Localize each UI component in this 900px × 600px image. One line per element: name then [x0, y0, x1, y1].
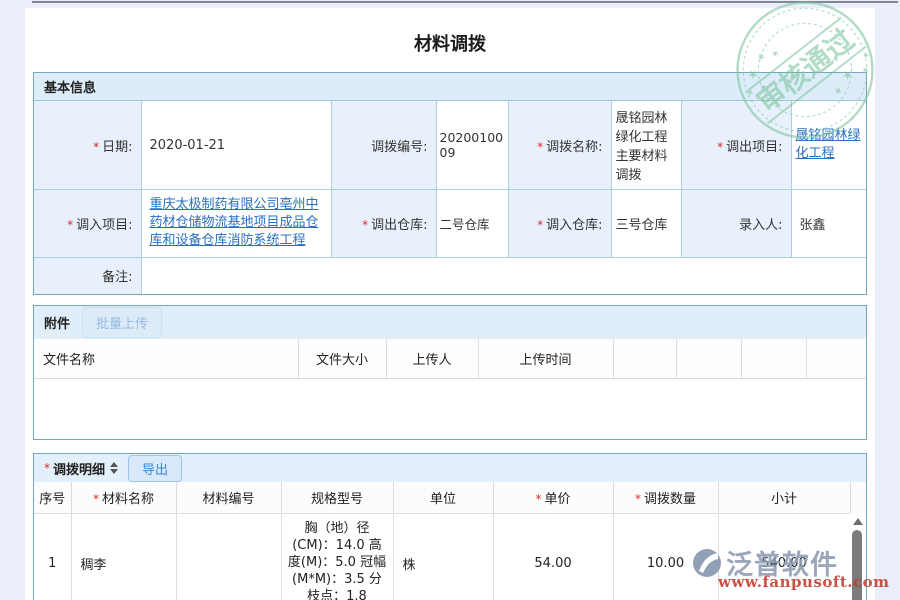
sort-toggle-icon[interactable]	[110, 462, 118, 474]
content-card: 材料调拨 基本信息 *日期: 2020-01-21 调拨编号: 20200100…	[25, 8, 875, 600]
required-mark: *	[93, 492, 99, 506]
recorder-label: 录入人:	[681, 190, 791, 258]
basic-info-section-title: 基本信息	[34, 73, 866, 101]
col-uploader: 上传人	[386, 339, 478, 379]
col-empty	[676, 339, 741, 379]
required-mark: *	[44, 461, 50, 475]
col-subtotal: 小计	[718, 482, 850, 514]
basic-info-section: 基本信息 *日期: 2020-01-21 调拨编号: 2020010009 *调…	[33, 72, 867, 295]
page-title: 材料调拨	[25, 8, 875, 50]
required-mark: *	[635, 492, 641, 506]
basic-info-row-1: *日期: 2020-01-21 调拨编号: 2020010009 *调拨名称: …	[34, 101, 866, 190]
col-unit: 单位	[393, 482, 493, 514]
cell-material-name: 稠李	[71, 514, 176, 600]
col-seq: 序号	[34, 482, 71, 514]
col-file-size: 文件大小	[298, 339, 386, 379]
transfer-details-section-title: 调拨明细	[53, 459, 105, 478]
cell-subtotal: 540.00	[718, 514, 850, 600]
page-top-divider	[32, 1, 898, 3]
cell-material-code	[176, 514, 281, 600]
in-project-value: 重庆太极制药有限公司亳州中药材仓储物流基地项目成品仓库和设备仓库消防系统工程	[141, 190, 331, 258]
col-unit-price: *单价	[493, 482, 613, 514]
attachments-table-header-row: 文件名称 文件大小 上传人 上传时间	[34, 339, 866, 379]
col-material-code: 材料编号	[176, 482, 281, 514]
date-label: *日期:	[34, 101, 141, 190]
scrollbar-thumb[interactable]	[852, 530, 862, 600]
in-project-link[interactable]: 重庆太极制药有限公司亳州中药材仓储物流基地项目成品仓库和设备仓库消防系统工程	[150, 197, 319, 248]
basic-info-row-2: *调入项目: 重庆太极制药有限公司亳州中药材仓储物流基地项目成品仓库和设备仓库消…	[34, 190, 866, 258]
attachments-table: 文件名称 文件大小 上传人 上传时间	[34, 339, 866, 379]
scrollbar-gutter	[850, 482, 866, 514]
out-project-value: 晟铭园林绿化工程	[791, 101, 866, 190]
transfer-no-label: 调拨编号:	[331, 101, 436, 190]
remark-label: 备注:	[34, 257, 141, 294]
scroll-up-icon[interactable]	[853, 518, 863, 525]
table-row: 1 稠李 胸（地）径(CM)：14.0 高度(M)：5.0 冠幅(M*M)：3.…	[34, 514, 866, 600]
date-value: 2020-01-21	[141, 101, 331, 190]
cell-transfer-qty: 10.00	[613, 514, 718, 600]
cell-spec-model: 胸（地）径(CM)：14.0 高度(M)：5.0 冠幅(M*M)：3.5 分枝点…	[281, 514, 393, 600]
col-file-name: 文件名称	[34, 339, 298, 379]
export-button[interactable]: 导出	[128, 455, 182, 482]
basic-info-row-3: 备注:	[34, 257, 866, 294]
in-project-label: *调入项目:	[34, 190, 141, 258]
cell-unit-price: 54.00	[493, 514, 613, 600]
recorder-value: 张鑫	[791, 190, 866, 258]
transfer-name-value: 晟铭园林绿化工程主要材料调拨	[611, 101, 681, 190]
out-warehouse-label: *调出仓库:	[331, 190, 436, 258]
col-transfer-qty: *调拨数量	[613, 482, 718, 514]
col-empty	[741, 339, 806, 379]
table-scrollbar[interactable]	[850, 513, 865, 600]
attachments-empty-body	[34, 379, 866, 439]
cell-seq: 1	[34, 514, 71, 600]
transfer-no-value: 2020010009	[436, 101, 508, 190]
transfer-details-header: * 调拨明细 导出	[34, 454, 866, 482]
transfer-details-table: 序号 *材料名称 材料编号 规格型号 单位 *单价 *调拨数量 小计 1 稠李 …	[34, 482, 866, 600]
transfer-details-section: * 调拨明细 导出 序号 *材料名称 材料编号 规格型号 单位 *单价 *调拨数…	[33, 453, 867, 600]
required-mark: *	[537, 218, 543, 232]
col-empty	[806, 339, 866, 379]
col-empty	[613, 339, 676, 379]
required-mark: *	[717, 140, 723, 154]
required-mark: *	[537, 140, 543, 154]
transfer-name-label: *调拨名称:	[508, 101, 611, 190]
col-upload-time: 上传时间	[478, 339, 613, 379]
in-warehouse-label: *调入仓库:	[508, 190, 611, 258]
remark-value	[141, 257, 866, 294]
required-mark: *	[535, 492, 541, 506]
basic-info-table: *日期: 2020-01-21 调拨编号: 2020010009 *调拨名称: …	[34, 101, 866, 294]
required-mark: *	[362, 218, 368, 232]
attachments-section-title: 附件	[44, 313, 70, 332]
out-project-label: *调出项目:	[681, 101, 791, 190]
col-material-name: *材料名称	[71, 482, 176, 514]
batch-upload-button[interactable]: 批量上传	[82, 307, 162, 338]
col-spec-model: 规格型号	[281, 482, 393, 514]
out-warehouse-value: 二号仓库	[436, 190, 508, 258]
required-mark: *	[67, 218, 73, 232]
attachments-header: 附件 批量上传	[34, 306, 866, 339]
required-mark: *	[93, 140, 99, 154]
in-warehouse-value: 三号仓库	[611, 190, 681, 258]
cell-unit: 株	[393, 514, 493, 600]
attachments-section: 附件 批量上传 文件名称 文件大小 上传人 上传时间	[33, 305, 867, 440]
details-table-header-row: 序号 *材料名称 材料编号 规格型号 单位 *单价 *调拨数量 小计	[34, 482, 866, 514]
out-project-link[interactable]: 晟铭园林绿化工程	[796, 128, 861, 161]
